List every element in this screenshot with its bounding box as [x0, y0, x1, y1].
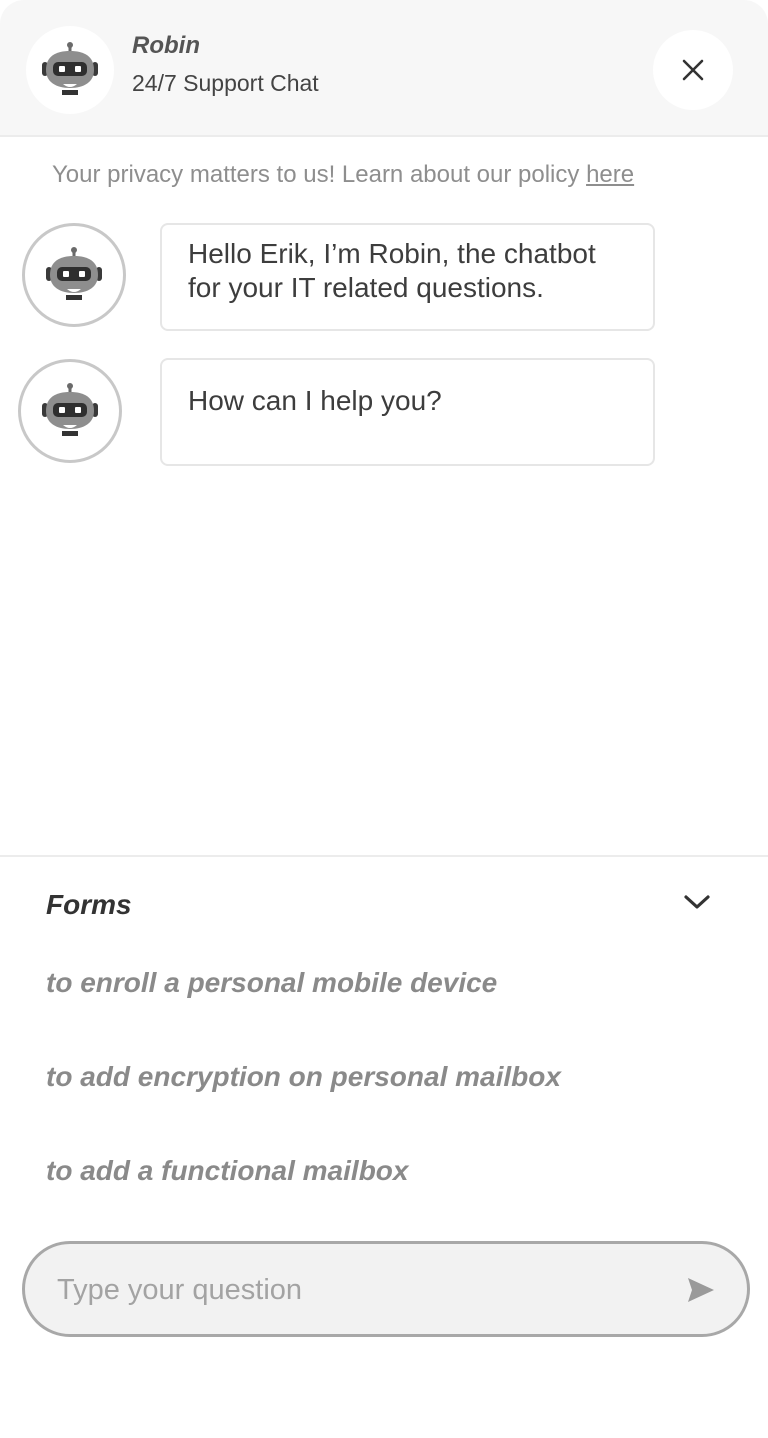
robot-icon [42, 42, 98, 95]
message-bubble: Hello Erik, I’m Robin, the chatbot for y… [160, 223, 655, 331]
message-avatar [18, 359, 122, 463]
close-button[interactable] [653, 30, 733, 110]
privacy-notice: Your privacy matters to us! Learn about … [52, 161, 634, 189]
chat-header: Robin 24/7 Support Chat [0, 0, 768, 137]
robot-icon [42, 383, 98, 436]
chevron-down-icon [684, 895, 710, 909]
chat-subtitle: 24/7 Support Chat [132, 70, 319, 96]
robot-icon [46, 247, 102, 300]
message-bubble: How can I help you? [160, 358, 655, 466]
send-button[interactable] [685, 1274, 717, 1306]
header-avatar [26, 26, 114, 114]
send-icon [688, 1278, 714, 1302]
close-icon [682, 59, 704, 81]
forms-panel: Forms to enroll a personal mobile device… [0, 855, 768, 1438]
question-input[interactable] [55, 1244, 659, 1336]
chat-widget: Robin 24/7 Support Chat Your privacy mat… [0, 0, 768, 1438]
question-input-container [22, 1241, 750, 1337]
forms-title: Forms [46, 889, 132, 920]
message-avatar [22, 223, 126, 327]
form-item-enroll-mobile-device[interactable]: to enroll a personal mobile device [46, 967, 497, 999]
forms-collapse-toggle[interactable] [680, 887, 714, 917]
form-item-add-mailbox-encryption[interactable]: to add encryption on personal mailbox [46, 1061, 561, 1093]
privacy-text: Your privacy matters to us! Learn about … [52, 161, 587, 188]
privacy-policy-link[interactable]: here [586, 161, 634, 188]
bot-name: Robin [132, 32, 200, 59]
form-item-add-functional-mailbox[interactable]: to add a functional mailbox [46, 1155, 408, 1187]
